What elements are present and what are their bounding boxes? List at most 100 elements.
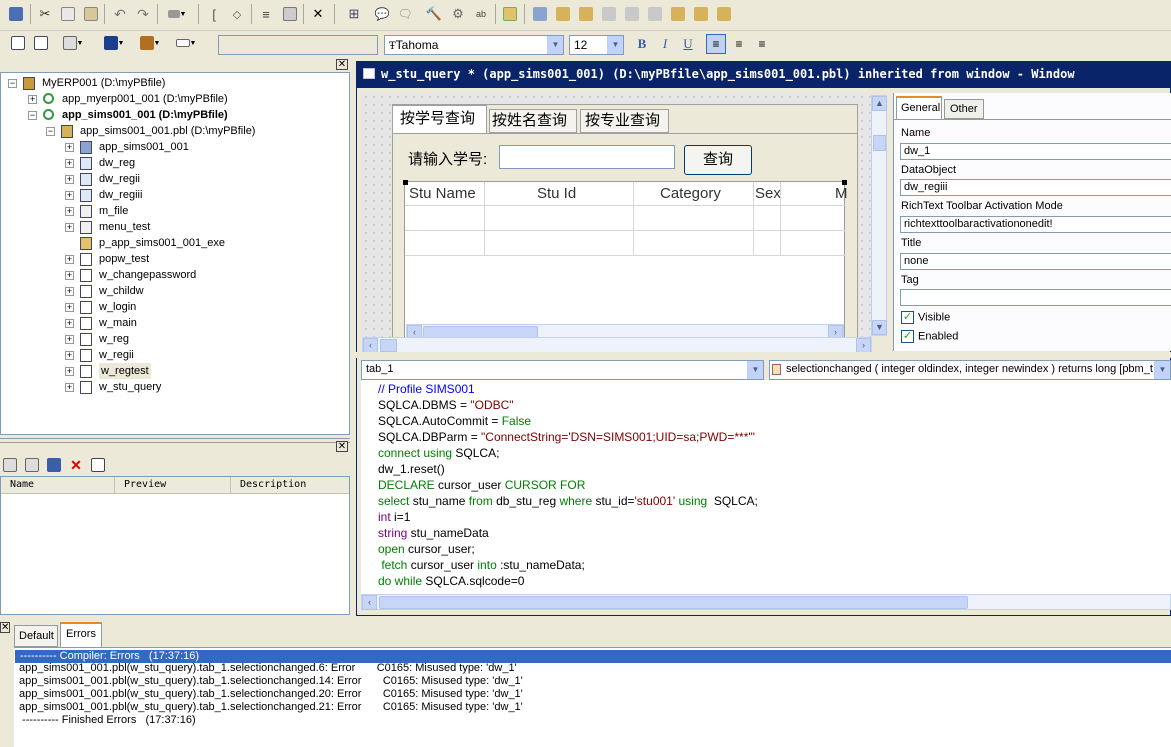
close-list-icon[interactable]: ✕ xyxy=(336,441,348,452)
detail-view-icon[interactable] xyxy=(22,455,42,475)
copy-object-icon[interactable] xyxy=(645,4,665,24)
code-line[interactable]: // Profile SIMS001 xyxy=(378,381,475,397)
outdent-icon[interactable] xyxy=(280,4,300,24)
tree-item[interactable]: + popw_test xyxy=(1,251,349,267)
lock-icon[interactable] xyxy=(553,4,573,24)
expand-icon[interactable]: + xyxy=(65,303,74,312)
tree-item[interactable]: − app_sims001_001 (D:\myPBfile) xyxy=(1,107,349,123)
paste-icon[interactable] xyxy=(81,4,101,24)
tree-item[interactable]: + w_main xyxy=(1,315,349,331)
align-dropdown-icon[interactable]: ▼ xyxy=(58,33,88,53)
list-view-icon[interactable] xyxy=(0,455,20,475)
code-line[interactable]: connect using SQLCA; xyxy=(378,445,499,461)
layout-icon[interactable] xyxy=(576,4,596,24)
code-line[interactable]: dw_1.reset() xyxy=(378,461,445,477)
expand-icon[interactable]: + xyxy=(65,143,74,152)
save-icon[interactable] xyxy=(6,4,26,24)
error-line[interactable]: app_sims001_001.pbl(w_stu_query).tab_1.s… xyxy=(19,688,523,700)
code-line[interactable]: SQLCA.AutoCommit = False xyxy=(378,413,531,429)
code-line[interactable]: select stu_name from db_stu_reg where st… xyxy=(378,493,758,509)
tree-item[interactable]: + menu_test xyxy=(1,219,349,235)
tree-item[interactable]: + dw_reg xyxy=(1,155,349,171)
delete-icon[interactable]: ✕ xyxy=(66,455,86,475)
expand-icon[interactable]: + xyxy=(65,335,74,344)
name-field[interactable]: dw_1 xyxy=(900,143,1171,160)
column-preview[interactable]: Preview xyxy=(124,479,166,490)
tab-by-id[interactable]: 按学号查询 xyxy=(392,105,487,133)
code-line[interactable]: DECLARE cursor_user CURSOR FOR xyxy=(378,477,585,493)
code-line[interactable]: SQLCA.DBMS = "ODBC" xyxy=(378,397,514,413)
tree-item[interactable]: + w_login xyxy=(1,299,349,315)
undo-icon[interactable]: ↶ xyxy=(110,4,130,24)
splitter[interactable] xyxy=(0,438,350,443)
text-color-icon[interactable]: ▼ xyxy=(135,33,165,53)
code-line[interactable]: SQLCA.DBParm = "ConnectString='DSN=SIMS0… xyxy=(378,429,755,445)
tab-other[interactable]: Other xyxy=(944,99,984,119)
tree-item[interactable]: p_app_sims001_001_exe xyxy=(1,235,349,251)
error-line[interactable]: app_sims001_001.pbl(w_stu_query).tab_1.s… xyxy=(19,662,517,674)
query-button[interactable]: 查询 xyxy=(684,145,752,175)
control-dropdown-icon[interactable]: ▼ xyxy=(163,4,191,24)
student-id-input[interactable] xyxy=(499,145,675,169)
tree-item[interactable]: − app_sims001_001.pbl (D:\myPBfile) xyxy=(1,123,349,139)
properties-icon[interactable] xyxy=(530,4,550,24)
close-output-icon[interactable]: ✕ xyxy=(0,622,10,633)
style-field[interactable] xyxy=(218,35,378,55)
align-center-icon[interactable]: ≡ xyxy=(729,34,749,54)
expand-icon[interactable]: + xyxy=(65,223,74,232)
bring-front-icon[interactable] xyxy=(8,33,28,53)
tab-by-name[interactable]: 按姓名查询 xyxy=(489,109,577,133)
tag-field[interactable] xyxy=(900,289,1171,306)
tree-item[interactable]: + w_childw xyxy=(1,283,349,299)
close-tree-icon[interactable]: ✕ xyxy=(336,59,348,70)
expand-icon[interactable]: + xyxy=(28,95,37,104)
tab-control[interactable]: 按学号查询 按姓名查询 按专业查询 请输入学号: 查询 Stu Name Stu… xyxy=(392,104,858,340)
cut-icon[interactable]: ✂ xyxy=(35,4,55,24)
font-name-select[interactable]: ŦTahoma ▼ xyxy=(384,35,564,55)
script-icon[interactable]: 🔨 xyxy=(424,4,444,24)
table-icon[interactable] xyxy=(500,4,520,24)
tag-icon[interactable]: ◇ xyxy=(227,4,247,24)
tree-item[interactable]: + m_file xyxy=(1,203,349,219)
italic-button[interactable]: I xyxy=(655,34,675,54)
expand-icon[interactable]: + xyxy=(65,175,74,184)
uncomment-icon[interactable]: 🗨 xyxy=(395,4,415,24)
tree-item[interactable]: + dw_regii xyxy=(1,171,349,187)
close-icon[interactable]: ✕ xyxy=(308,4,328,24)
edit-icon[interactable] xyxy=(88,455,108,475)
code-line[interactable]: fetch cursor_user into :stu_nameData; xyxy=(378,557,584,573)
error-line[interactable]: app_sims001_001.pbl(w_stu_query).tab_1.s… xyxy=(19,701,523,713)
align-left-icon[interactable]: ≡ xyxy=(706,34,726,54)
script-horizontal-scrollbar[interactable]: ‹ xyxy=(361,594,1171,610)
code-line[interactable]: int i=1 xyxy=(378,509,410,525)
expand-icon[interactable]: + xyxy=(65,383,74,392)
tab-errors[interactable]: Errors xyxy=(60,622,102,648)
design-horizontal-scrollbar[interactable]: ‹ › xyxy=(362,337,872,353)
comment-icon[interactable]: 💬 xyxy=(372,4,392,24)
richtext-field[interactable]: richtexttoolbaractivationonedit! xyxy=(900,216,1171,233)
enabled-checkbox[interactable]: ✓ Enabled xyxy=(901,330,958,343)
tree-item[interactable]: + app_sims001_001 xyxy=(1,139,349,155)
expand-icon[interactable]: + xyxy=(65,351,74,360)
chevron-down-icon[interactable]: ▼ xyxy=(1154,361,1170,379)
tree-item[interactable]: + app_myerp001_001 (D:\myPBfile) xyxy=(1,91,349,107)
debug-icon[interactable]: ⚙ xyxy=(448,4,468,24)
align-right-icon[interactable]: ≡ xyxy=(752,34,772,54)
scroll-right-icon[interactable]: › xyxy=(856,338,871,353)
chevron-down-icon[interactable]: ▼ xyxy=(547,36,563,54)
copy-icon[interactable] xyxy=(58,4,78,24)
window-icon[interactable] xyxy=(622,4,642,24)
tree-item[interactable]: + w_reg xyxy=(1,331,349,347)
bracket-icon[interactable]: [ xyxy=(204,4,224,24)
tree-item[interactable]: + w_stu_query xyxy=(1,379,349,395)
tree-item[interactable]: + w_regii xyxy=(1,347,349,363)
tab-general[interactable]: General xyxy=(896,96,942,120)
expand-icon[interactable]: + xyxy=(65,271,74,280)
send-back-icon[interactable] xyxy=(31,33,51,53)
column-name[interactable]: Name xyxy=(10,479,34,490)
scroll-left-icon[interactable]: ‹ xyxy=(363,338,378,353)
tab-by-major[interactable]: 按专业查询 xyxy=(580,109,669,133)
underline-button[interactable]: U xyxy=(678,34,698,54)
tree-item[interactable]: − MyERP001 (D:\myPBfile) xyxy=(1,75,349,91)
expand-icon[interactable]: + xyxy=(65,255,74,264)
